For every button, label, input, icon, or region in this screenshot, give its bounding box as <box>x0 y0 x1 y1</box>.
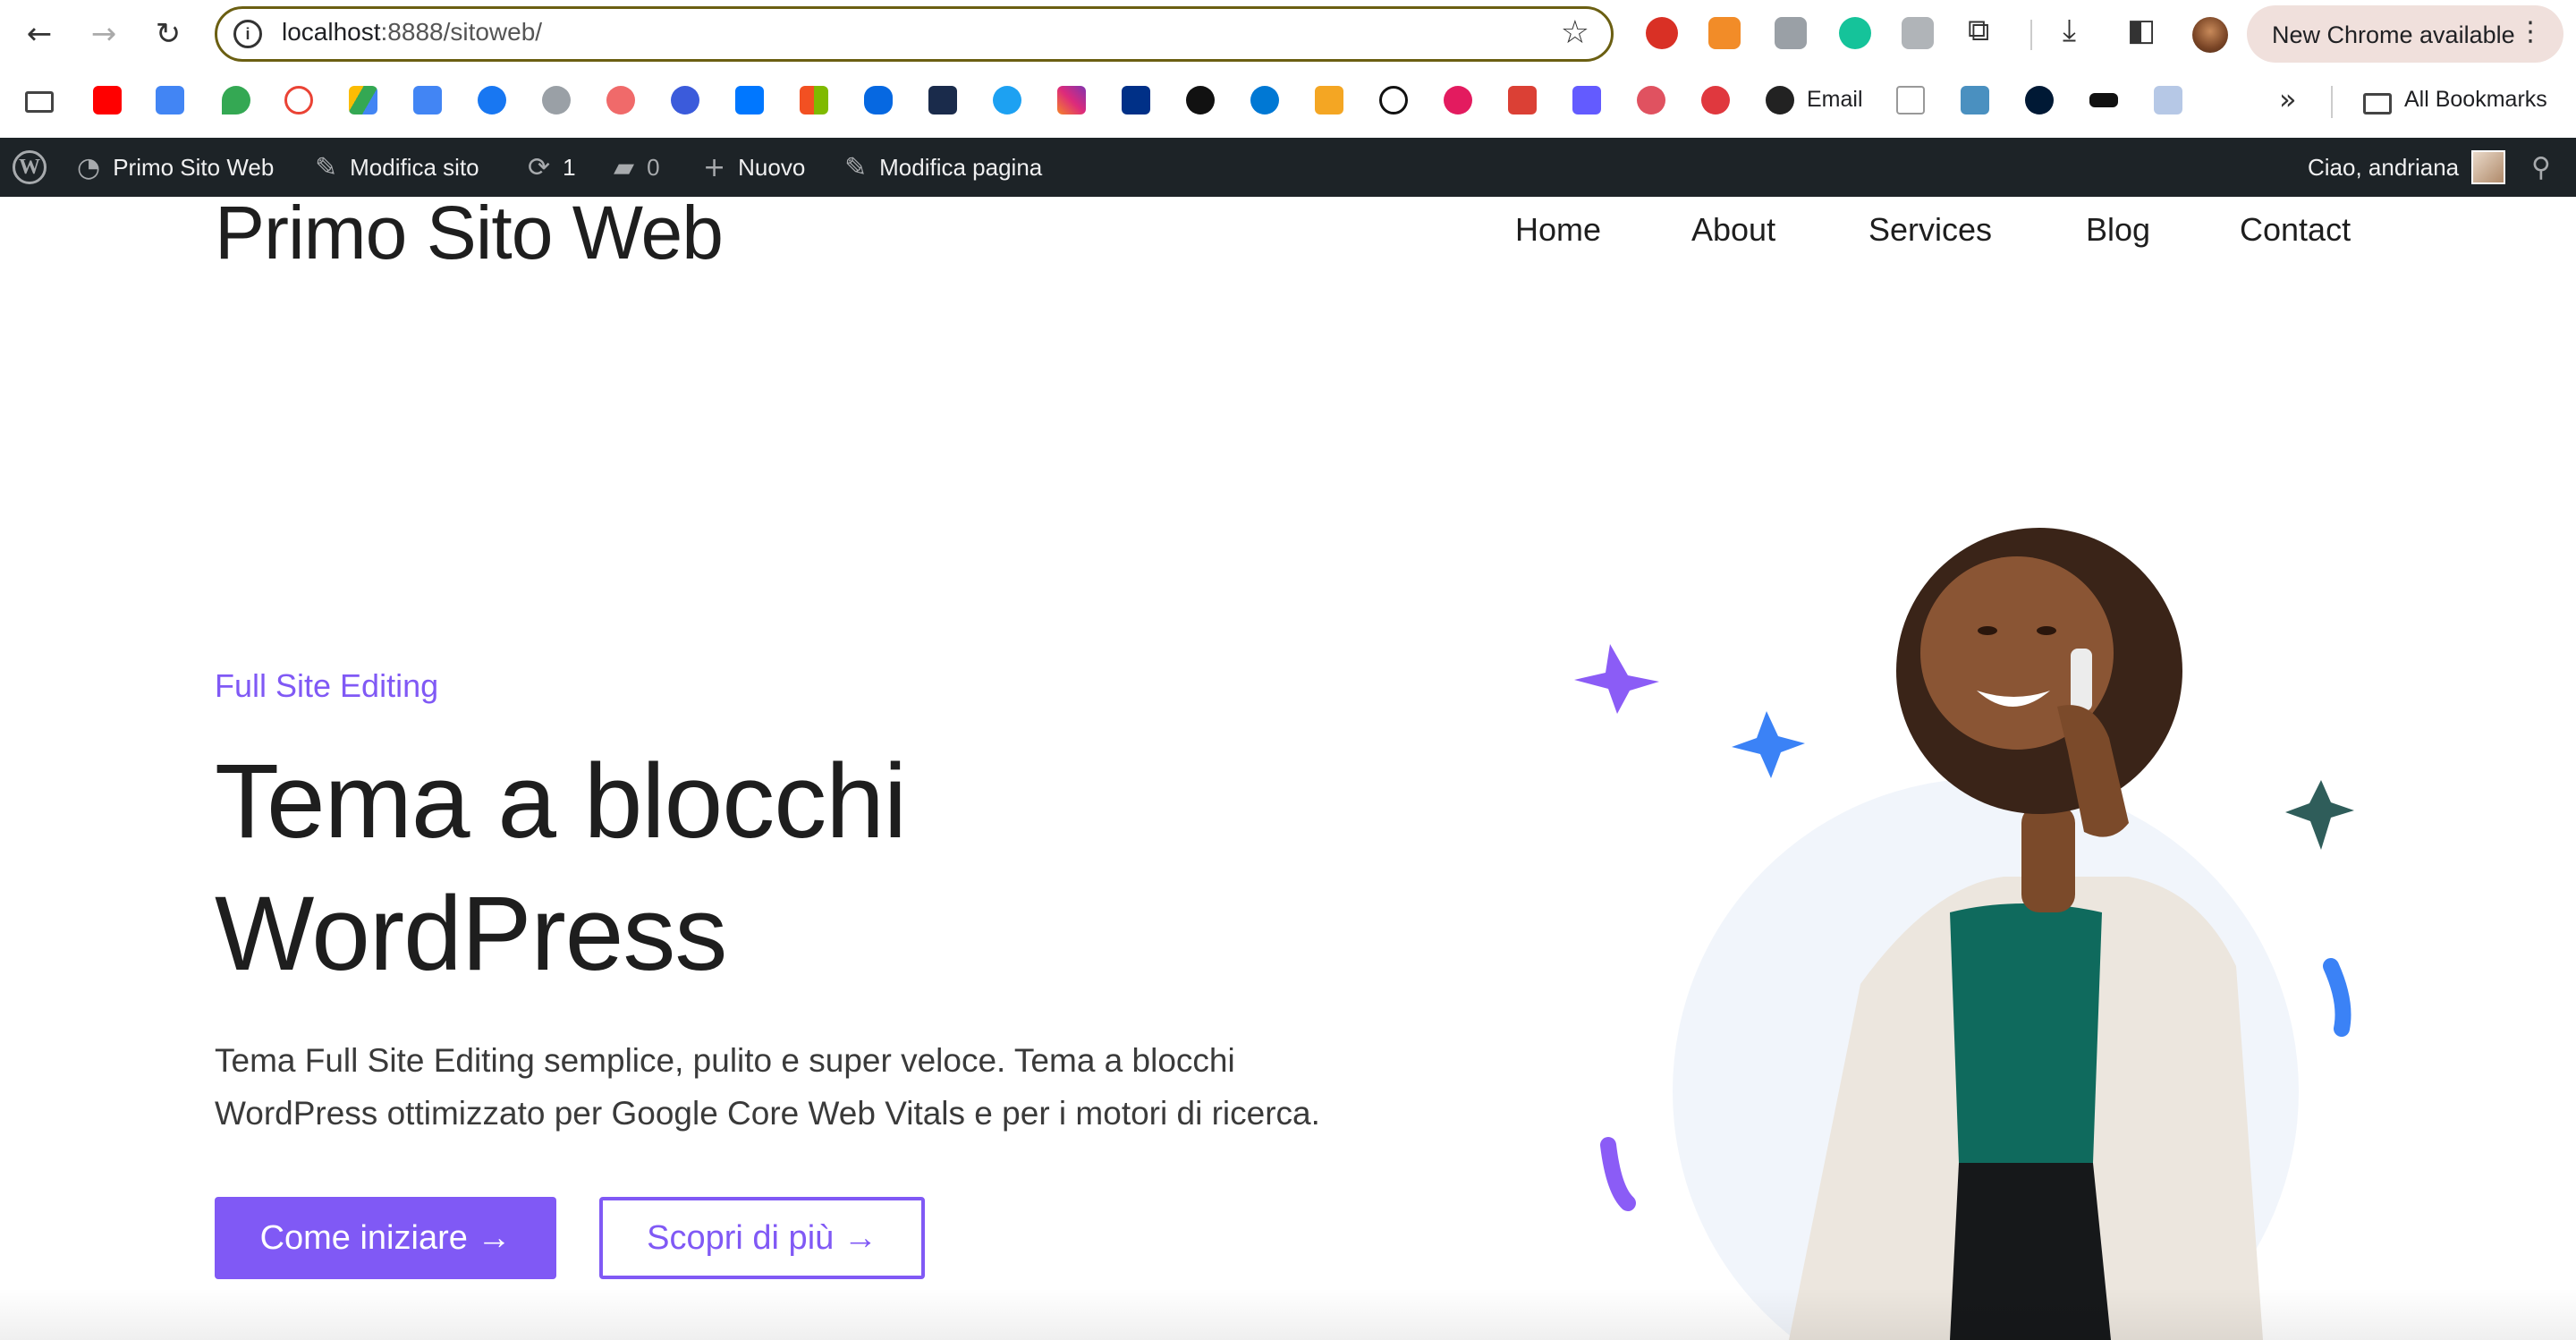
updates-link[interactable]: ⟳ 1 <box>528 138 576 197</box>
edit-page-link[interactable]: ✎ Modifica pagina <box>844 138 1042 197</box>
chrome-update-button[interactable]: New Chrome available ⋮ <box>2247 5 2563 63</box>
red-bookmark-icon-2[interactable] <box>1701 86 1730 114</box>
extensions-puzzle-icon[interactable]: ⧉ <box>1968 13 1989 48</box>
blue-accent-stroke <box>2323 958 2351 1037</box>
code-extension-icon[interactable] <box>1902 17 1934 49</box>
facebook-bookmark-icon[interactable] <box>478 86 506 114</box>
vk-bookmark-icon[interactable] <box>735 86 764 114</box>
site-info-icon[interactable]: i <box>233 20 262 48</box>
we-bookmark-icon[interactable] <box>2089 93 2118 107</box>
hero-title: Tema a blocchi WordPress <box>215 742 907 993</box>
new-content-link[interactable]: + Nuovo <box>703 138 805 197</box>
youtube-bookmark-icon[interactable] <box>93 86 122 114</box>
key-extension-icon[interactable] <box>1708 17 1741 49</box>
side-panel-icon[interactable]: ◧ <box>2127 13 2156 48</box>
hero-description: Tema Full Site Editing semplice, pulito … <box>215 1042 1320 1132</box>
envelope-bookmark-icon[interactable] <box>2154 86 2182 114</box>
bookmark-icon-a[interactable] <box>928 86 957 114</box>
blue-star-icon <box>1732 711 1805 778</box>
purple-star-icon <box>1574 644 1659 714</box>
my-account-link[interactable]: Ciao, andriana <box>2308 138 2506 197</box>
profile-avatar[interactable] <box>2192 17 2228 53</box>
wp-admin-bar: W ◔ Primo Sito Web ✎ Modifica sito ⟳ 1 ▰… <box>0 138 2576 197</box>
reload-button[interactable]: ↻ <box>147 13 190 55</box>
nav-item-about[interactable]: About <box>1691 211 1775 249</box>
comments-link[interactable]: ▰ 0 <box>614 138 660 197</box>
url-text[interactable]: localhost:8888/sitoweb/ <box>282 18 542 47</box>
dashboard-icon: ◔ <box>77 151 101 183</box>
plus-icon: + <box>703 151 726 183</box>
t-bookmark-icon[interactable] <box>1379 86 1408 114</box>
google-bookmark-icon[interactable] <box>284 86 313 114</box>
airtable-bookmark-icon[interactable] <box>1315 86 1343 114</box>
stripe-bookmark-icon[interactable] <box>1572 86 1601 114</box>
asana-bookmark-icon[interactable] <box>606 86 635 114</box>
bookmarks-bar: Email » All Bookmarks <box>0 70 2576 138</box>
site-title[interactable]: Primo Sito Web <box>215 190 724 276</box>
red-bookmark-icon-1[interactable] <box>1637 86 1665 114</box>
more-bookmarks-icon[interactable]: » <box>2279 82 2297 116</box>
nav-item-contact[interactable]: Contact <box>2240 211 2351 249</box>
bottom-fade <box>0 1288 2576 1340</box>
get-started-button[interactable]: Come iniziare → <box>215 1197 556 1279</box>
camera-extension-icon[interactable] <box>1775 17 1807 49</box>
tumblr-bookmark-icon[interactable] <box>2025 86 2054 114</box>
nav-item-blog[interactable]: Blog <box>2086 211 2150 249</box>
bookmark-star-icon[interactable]: ☆ <box>1561 14 1589 51</box>
site-name-link[interactable]: ◔ Primo Sito Web <box>77 138 274 197</box>
apple-bookmark-icon[interactable] <box>542 86 571 114</box>
nav-item-home[interactable]: Home <box>1515 211 1601 249</box>
teal-star-icon <box>2285 780 2354 850</box>
updates-icon: ⟳ <box>528 151 551 183</box>
p-bookmark-icon[interactable] <box>1896 86 1925 114</box>
comment-icon: ▰ <box>614 151 635 183</box>
canva-bookmark-icon[interactable] <box>671 86 699 114</box>
bookmark-icon-b[interactable] <box>1961 86 1989 114</box>
apps-folder-icon[interactable] <box>25 91 54 113</box>
microsoft-bookmark-icon[interactable] <box>800 86 828 114</box>
google-drive-bookmark-icon[interactable] <box>349 86 377 114</box>
back-button[interactable]: ← <box>18 13 61 55</box>
update-label: New Chrome available <box>2272 21 2515 48</box>
purple-accent-stroke <box>1600 1137 1636 1211</box>
download-icon[interactable]: ⤓ <box>2063 13 2076 48</box>
adblock-extension-icon[interactable] <box>1646 17 1678 49</box>
google-translate-bookmark-icon[interactable] <box>156 86 184 114</box>
learn-more-button[interactable]: Scopri di più → <box>599 1197 925 1279</box>
hero-illustration <box>1574 528 2354 1340</box>
todoist-bookmark-icon[interactable] <box>1508 86 1537 114</box>
forward-button[interactable]: → <box>82 13 125 55</box>
menu-dots-icon[interactable]: ⋮ <box>2517 16 2544 47</box>
instagram-bookmark-icon[interactable] <box>1057 86 1086 114</box>
address-bar[interactable]: i localhost:8888/sitoweb/ ☆ <box>215 6 1614 62</box>
google-maps-bookmark-icon[interactable] <box>222 86 250 114</box>
all-bookmarks-label[interactable]: All Bookmarks <box>2404 87 2547 113</box>
brush-icon: ✎ <box>315 151 338 183</box>
mail-bookmark-icon[interactable] <box>1186 86 1215 114</box>
meta-bookmark-icon[interactable] <box>864 86 893 114</box>
customize-link[interactable]: ✎ Modifica sito <box>315 138 479 197</box>
grammarly-extension-icon[interactable] <box>1839 17 1871 49</box>
twitter-bookmark-icon[interactable] <box>993 86 1021 114</box>
paypal-bookmark-icon[interactable] <box>1122 86 1150 114</box>
toolbar-divider <box>2030 20 2032 50</box>
spiral-bookmark-icon[interactable] <box>1444 86 1472 114</box>
google-calendar-bookmark-icon[interactable] <box>413 86 442 114</box>
search-icon[interactable]: ⚲ <box>2531 138 2551 197</box>
user-avatar <box>2471 150 2506 184</box>
nav-item-services[interactable]: Services <box>1868 211 1992 249</box>
email-bookmark-label[interactable]: Email <box>1807 87 1863 113</box>
pencil-icon: ✎ <box>844 151 868 183</box>
globe-bookmark-icon[interactable] <box>1766 86 1794 114</box>
folder-icon <box>2363 93 2392 114</box>
browser-toolbar: ← → ↻ i localhost:8888/sitoweb/ ☆ ⧉ ⤓ ◧ … <box>0 0 2576 70</box>
bookmarks-divider <box>2331 86 2333 118</box>
hero-kicker: Full Site Editing <box>215 667 439 704</box>
onedrive-bookmark-icon[interactable] <box>1250 86 1279 114</box>
wordpress-logo-icon[interactable]: W <box>13 138 47 197</box>
